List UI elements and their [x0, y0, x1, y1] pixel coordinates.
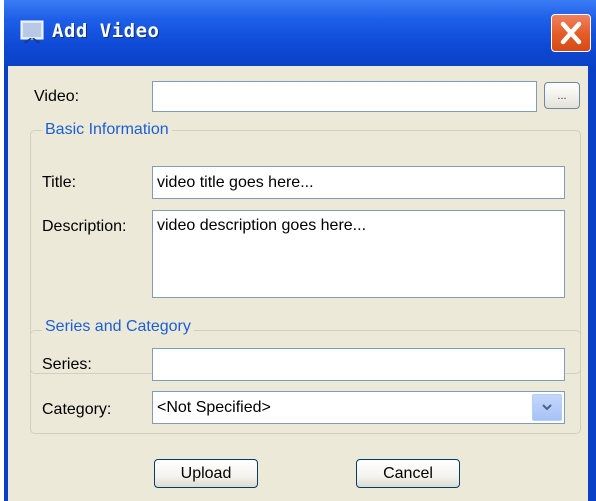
series-label: Series: — [42, 356, 92, 373]
title-bar[interactable]: Add Video — [4, 0, 596, 66]
video-path-field[interactable] — [152, 81, 537, 112]
description-field[interactable]: video description goes here... — [152, 210, 565, 298]
add-video-dialog: Add Video Video: ... Basic Information T… — [4, 0, 596, 501]
category-selected-value: <Not Specified> — [157, 399, 271, 416]
dialog-body: Video: ... Basic Information Title: vide… — [8, 66, 588, 501]
window-title: Add Video — [52, 20, 160, 42]
upload-button[interactable]: Upload — [154, 459, 258, 488]
cancel-button[interactable]: Cancel — [356, 459, 460, 488]
video-label: Video: — [34, 88, 80, 105]
chevron-down-icon — [533, 404, 561, 423]
category-select[interactable]: <Not Specified> — [152, 391, 565, 424]
close-icon — [552, 21, 590, 55]
category-label: Category: — [42, 401, 112, 418]
video-window-icon — [18, 18, 46, 46]
category-dropdown-button[interactable] — [532, 394, 562, 421]
title-field[interactable]: video title goes here... — [152, 166, 565, 199]
series-field[interactable] — [152, 348, 565, 381]
close-button[interactable] — [551, 14, 591, 52]
basic-information-legend: Basic Information — [42, 121, 172, 139]
title-label: Title: — [42, 174, 77, 191]
browse-button[interactable]: ... — [544, 82, 580, 109]
series-category-legend: Series and Category — [42, 318, 194, 336]
description-label: Description: — [42, 218, 127, 235]
